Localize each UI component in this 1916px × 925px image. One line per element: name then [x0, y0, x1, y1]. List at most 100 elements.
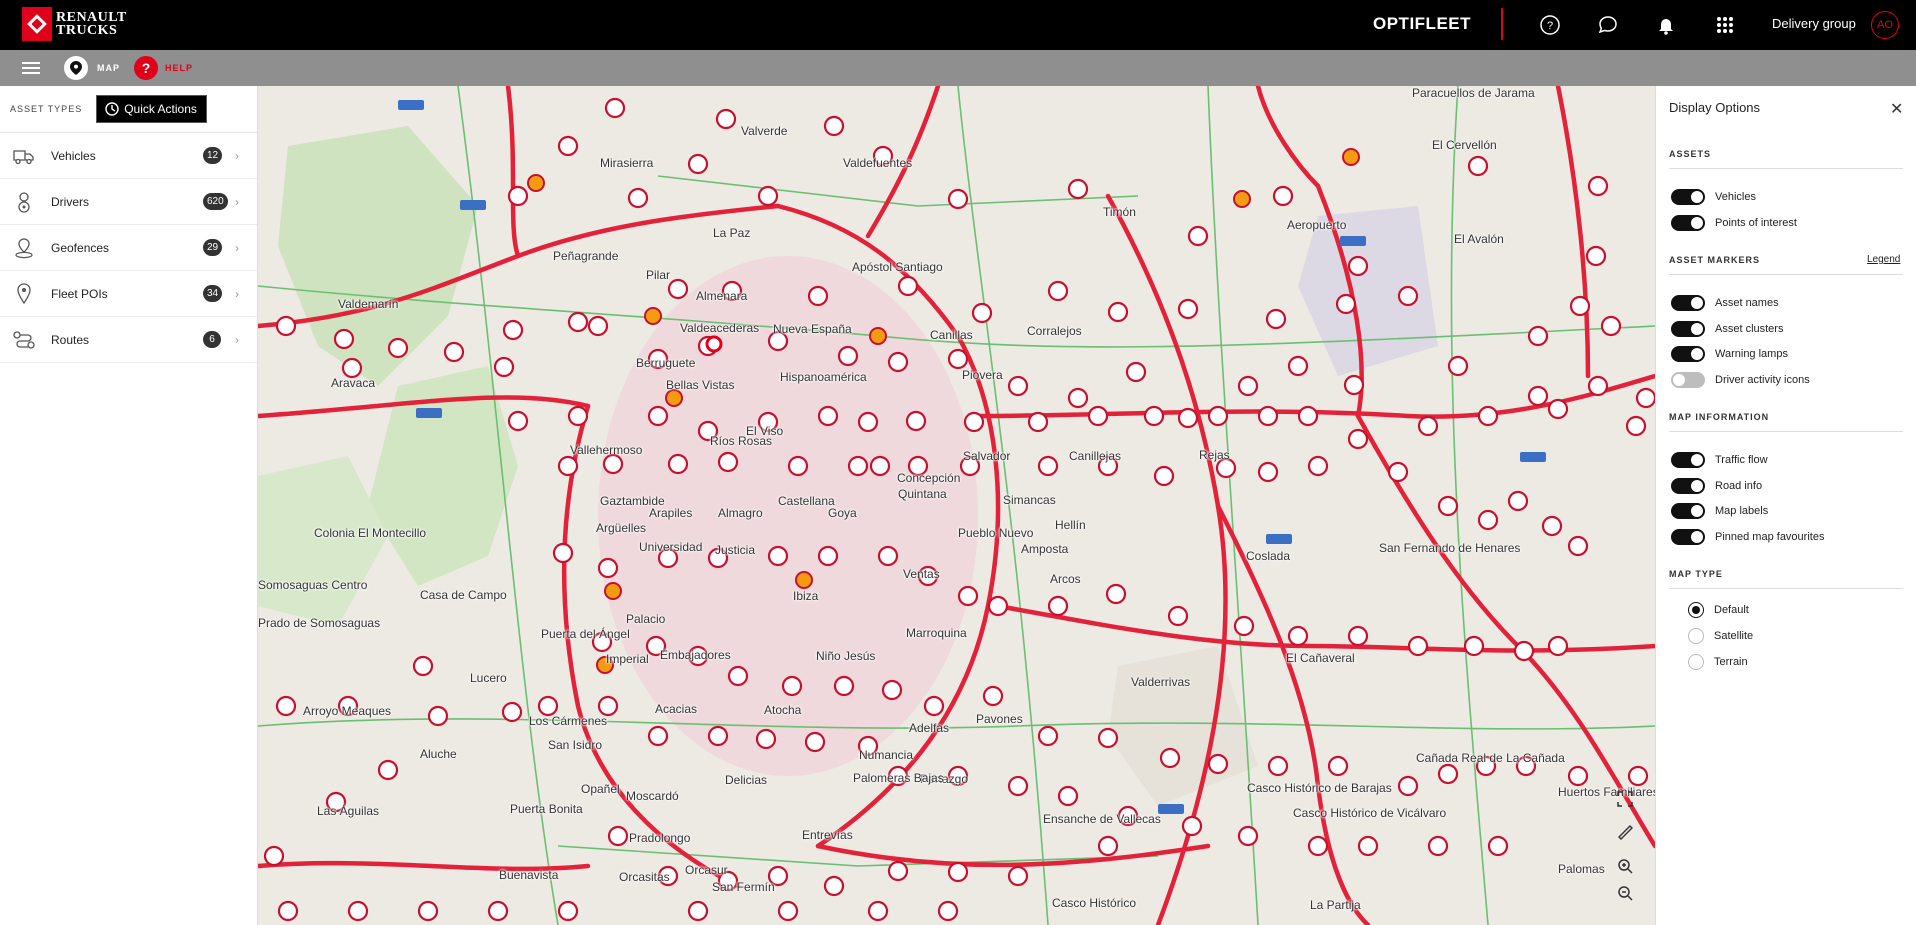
radio-satellite[interactable]: Satellite: [1688, 628, 1753, 644]
toggle-switch[interactable]: [1671, 215, 1705, 231]
map-place-label: Las Águilas: [317, 804, 380, 818]
map-place-label: Pradolongo: [629, 831, 691, 845]
quick-actions-button[interactable]: Quick Actions: [96, 95, 207, 123]
help-icon[interactable]: ?: [1538, 13, 1562, 37]
asset-row-geofences[interactable]: Geofences 29 ›: [0, 225, 257, 271]
map-place-label: Opañel: [581, 782, 620, 796]
sub-bar: MAP ? HELP: [0, 50, 1916, 86]
radio-button[interactable]: [1688, 602, 1704, 618]
renault-trucks-logo[interactable]: RENAULT TRUCKS: [22, 7, 127, 41]
radio-button[interactable]: [1688, 628, 1704, 644]
toggle-switch[interactable]: [1671, 529, 1705, 545]
map-place-label: San Fernando de Henares: [1379, 541, 1521, 555]
map-place-label: Niño Jesús: [816, 649, 876, 663]
toggle-switch[interactable]: [1671, 321, 1705, 337]
chevron-right-icon: ›: [235, 194, 239, 209]
group-selector[interactable]: Delivery group: [1772, 16, 1856, 31]
hamburger-menu-icon[interactable]: [22, 62, 40, 74]
toggle-switch[interactable]: [1671, 503, 1705, 519]
asset-row-routes[interactable]: Routes 6 ›: [0, 317, 257, 363]
map-svg[interactable]: [258, 86, 1655, 925]
divider: [1669, 588, 1903, 589]
map-tab-label[interactable]: MAP: [97, 63, 120, 73]
user-avatar[interactable]: AO: [1871, 11, 1899, 39]
map-pin-icon[interactable]: [64, 56, 88, 80]
toggle-vehicles[interactable]: Vehicles: [1671, 189, 1756, 205]
close-icon[interactable]: ✕: [1890, 99, 1903, 119]
toggle-label: Asset clusters: [1715, 323, 1784, 335]
toggle-label: Vehicles: [1715, 191, 1756, 203]
map-place-label: Moscardó: [626, 789, 679, 803]
map-canvas[interactable]: Paracuellos de Jarama El Cervellón Valverd…: [258, 86, 1655, 925]
asset-row-fleet-pois[interactable]: Fleet POIs 34 ›: [0, 271, 257, 317]
quick-actions-icon: [105, 102, 119, 116]
asset-name: Vehicles: [51, 148, 96, 163]
urban-area: [1108, 646, 1258, 806]
map-place-label: Corralejos: [1027, 324, 1082, 338]
assets-section-label: ASSETS: [1669, 149, 1712, 159]
toggle-switch[interactable]: [1671, 295, 1705, 311]
map-place-label: San Fermín: [712, 880, 775, 894]
toggle-switch[interactable]: [1671, 189, 1705, 205]
map-place-label: Nueva España: [773, 322, 852, 336]
radio-button[interactable]: [1688, 654, 1704, 670]
map-place-label: La Paz: [713, 226, 751, 240]
map-place-label: Arroyo Meaques: [303, 704, 392, 718]
map-place-label: Casco Histórico: [1052, 896, 1137, 910]
toggle-switch[interactable]: [1671, 452, 1705, 468]
toggle-label: Pinned map favourites: [1715, 531, 1825, 543]
map-place-label: Salvador: [963, 449, 1011, 463]
asset-count-badge: 620: [203, 193, 228, 210]
map-place-label: Valverde: [741, 124, 788, 138]
asset-name: Geofences: [51, 240, 110, 255]
toggle-road-info[interactable]: Road info: [1671, 478, 1762, 494]
toggle-map-labels[interactable]: Map labels: [1671, 503, 1768, 519]
apps-grid-icon[interactable]: [1713, 13, 1737, 37]
chat-icon[interactable]: [1596, 13, 1620, 37]
map-place-label: Delicias: [725, 773, 768, 787]
map-information-section-label: MAP INFORMATION: [1669, 412, 1770, 422]
selected-poi-pin[interactable]: [705, 335, 723, 353]
toggle-switch[interactable]: [1671, 346, 1705, 362]
map-place-label: El Cervellón: [1432, 138, 1497, 152]
toggle-warning-lamps[interactable]: Warning lamps: [1671, 346, 1788, 362]
toggle-pinned-map-favourites[interactable]: Pinned map favourites: [1671, 529, 1824, 545]
asset-row-drivers[interactable]: Drivers 620 ›: [0, 179, 257, 225]
asset-row-vehicles[interactable]: Vehicles 12 ›: [0, 133, 257, 179]
toggle-switch[interactable]: [1671, 372, 1705, 388]
map-place-label: Valdefuentes: [843, 156, 913, 170]
map-place-label: Berruguete: [636, 356, 696, 370]
toggle-asset-clusters[interactable]: Asset clusters: [1671, 321, 1783, 337]
map-place-label: Ventas: [903, 567, 940, 581]
map-place-label: Pueblo Nuevo: [958, 526, 1034, 540]
asset-types-panel: ASSET TYPES Quick Actions Vehicles 12 › …: [0, 86, 258, 925]
header-divider: [1501, 8, 1503, 40]
fullscreen-icon[interactable]: [1616, 790, 1642, 816]
map-place-label: Lucero: [470, 671, 507, 685]
pin-icon: [12, 282, 36, 306]
help-circle-icon[interactable]: ?: [134, 56, 158, 80]
map-place-label: Amposta: [1021, 542, 1069, 556]
zoom-out-icon[interactable]: [1616, 884, 1642, 910]
top-bar: RENAULT TRUCKS OPTIFLEET ? Delivery grou…: [0, 0, 1916, 50]
toggle-asset-names[interactable]: Asset names: [1671, 295, 1779, 311]
map-place-label: Prado de Somosaguas: [258, 616, 381, 630]
radio-label: Terrain: [1714, 656, 1748, 668]
bell-icon[interactable]: [1654, 13, 1678, 37]
measure-icon[interactable]: [1616, 823, 1642, 849]
legend-link[interactable]: Legend: [1867, 254, 1900, 265]
asset-count-badge: 12: [203, 147, 223, 164]
map-place-label: Entrevías: [802, 828, 853, 842]
radio-default[interactable]: Default: [1688, 602, 1749, 618]
map-place-label: Vallehermoso: [570, 443, 643, 457]
map-place-label: Palomeras Bajas: [853, 771, 944, 785]
map-place-label: Colonia El Montecillo: [314, 526, 427, 540]
toggle-driver-activity-icons[interactable]: Driver activity icons: [1671, 372, 1810, 388]
radio-terrain[interactable]: Terrain: [1688, 654, 1748, 670]
toggle-traffic-flow[interactable]: Traffic flow: [1671, 452, 1768, 468]
zoom-in-icon[interactable]: [1616, 857, 1642, 883]
toggle-switch[interactable]: [1671, 478, 1705, 494]
toggle-points-of-interest[interactable]: Points of interest: [1671, 215, 1797, 231]
divider: [1669, 168, 1903, 169]
help-tab-label[interactable]: HELP: [165, 63, 193, 73]
